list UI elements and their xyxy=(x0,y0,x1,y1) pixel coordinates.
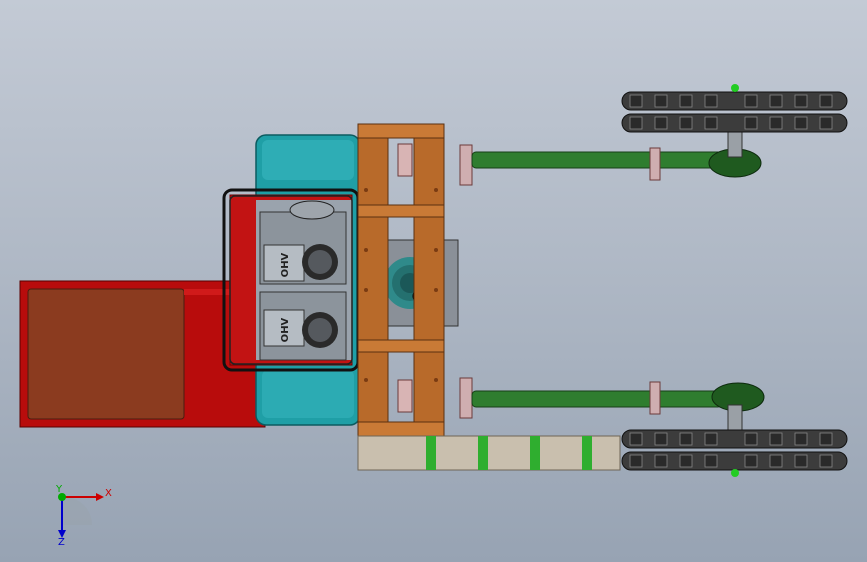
drive-shafts[interactable] xyxy=(471,124,765,436)
engine-bottom-logo: OHV xyxy=(280,317,291,342)
x-axis-label: X xyxy=(105,488,112,499)
rear-red-frame[interactable] xyxy=(19,280,266,428)
y-axis-label: Y xyxy=(55,484,63,495)
z-axis-label: Z xyxy=(58,537,65,548)
engine-bottom[interactable]: OHV xyxy=(259,291,347,361)
upper-shaft xyxy=(471,151,723,169)
lower-shaft xyxy=(471,390,723,408)
base-rail[interactable] xyxy=(357,435,621,471)
engine-bay[interactable]: OHV OHV xyxy=(222,188,360,372)
machine-top-view: OHV OHV X Y Z xyxy=(19,84,848,548)
cad-viewport[interactable]: OHV OHV X Y Z xyxy=(0,0,867,562)
upper-track[interactable] xyxy=(621,84,848,133)
engine-top-logo: OHV xyxy=(280,252,291,277)
coordinate-triad: X Y Z xyxy=(55,484,112,548)
lower-track[interactable] xyxy=(621,429,848,477)
rear-brown-panel xyxy=(27,288,185,420)
engine-top[interactable]: OHV xyxy=(259,200,347,285)
